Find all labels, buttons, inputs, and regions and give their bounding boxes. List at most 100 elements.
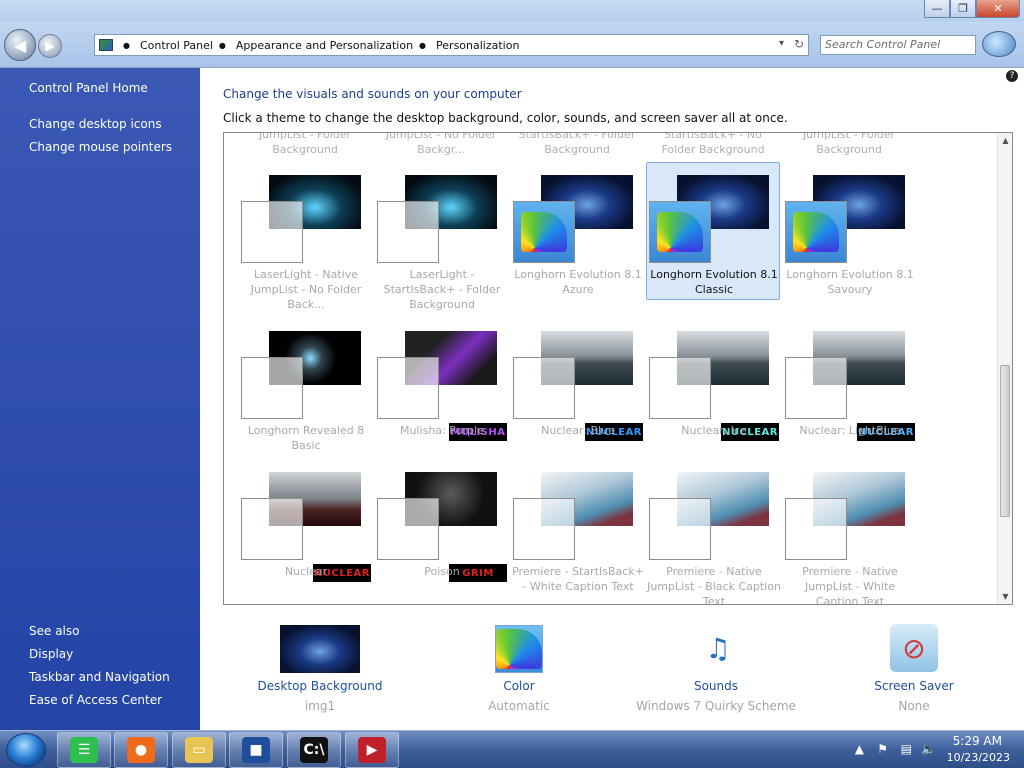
theme-label: Longhorn Evolution 8.1 Classic xyxy=(650,268,778,296)
theme-color-swatch xyxy=(785,357,847,419)
theme-label: Nuclear: LightBlue xyxy=(799,424,901,437)
breadcrumb-personalization[interactable]: Personalization xyxy=(436,39,519,52)
theme-label-partial[interactable]: StartIsBack+ - No Folder Background xyxy=(646,133,780,157)
title-bar: — ❐ ✕ xyxy=(0,0,1024,22)
theme-label: Nuclear xyxy=(284,565,328,578)
scrollbar[interactable]: ▲ ▼ xyxy=(997,133,1012,604)
start-button[interactable] xyxy=(6,733,46,767)
theme-color-swatch xyxy=(377,201,439,263)
color-palette-icon xyxy=(793,212,839,252)
theme-color-swatch xyxy=(241,357,303,419)
theme-label: Mulisha: Purple xyxy=(400,424,484,437)
theme-tile[interactable]: Premiere - Native JumpList - White Capti… xyxy=(782,459,916,604)
see-also-heading: See also xyxy=(29,624,80,638)
clock-date[interactable]: 10/23/2023 xyxy=(947,751,1010,764)
network-icon[interactable]: ▤ xyxy=(901,742,912,756)
color-link[interactable]: Color xyxy=(419,679,619,693)
theme-color-swatch xyxy=(649,201,711,263)
main-content: ? Change the visuals and sounds on your … xyxy=(200,68,1024,730)
theme-label: Nuclear: Blue xyxy=(541,424,615,437)
sidebar-control-panel-home[interactable]: Control Panel Home xyxy=(29,81,148,95)
desktop-background-value: img1 xyxy=(304,699,336,713)
sidebar-taskbar-navigation[interactable]: Taskbar and Navigation xyxy=(29,670,170,684)
theme-tile[interactable]: NUCLEAR Nuclear: Ice xyxy=(646,318,780,456)
theme-tile[interactable]: NUCLEAR Nuclear: Blue xyxy=(510,318,644,456)
taskbar-messenger-button[interactable]: ☰ xyxy=(57,732,111,768)
sidebar-ease-of-access[interactable]: Ease of Access Center xyxy=(29,693,162,707)
theme-tile[interactable]: LaserLight - Native JumpList - No Folder… xyxy=(238,162,372,311)
theme-tile[interactable]: Premiere - Native JumpList - Black Capti… xyxy=(646,459,781,604)
taskbar-media-app-button[interactable]: ▶ xyxy=(345,732,399,768)
sounds-value: Windows 7 Quirky Scheme xyxy=(636,699,796,713)
theme-list[interactable]: JumpList - Folder Background JumpList - N… xyxy=(223,132,1013,605)
globe-icon[interactable] xyxy=(982,31,1016,57)
theme-color-swatch xyxy=(513,498,575,560)
theme-color-swatch xyxy=(377,357,439,419)
sounds-icon[interactable]: ♫ xyxy=(694,624,742,672)
theme-tile[interactable]: Longhorn Evolution 8.1 Azure xyxy=(510,162,644,300)
desktop-background-link[interactable]: Desktop Background xyxy=(220,679,420,693)
screen-saver-value: None xyxy=(898,699,930,713)
clock-time[interactable]: 5:29 AM xyxy=(953,734,1002,748)
address-bar[interactable]: ● Control Panel ● Appearance and Persona… xyxy=(94,34,809,56)
theme-color-swatch xyxy=(785,498,847,560)
sidebar-change-mouse-pointers[interactable]: Change mouse pointers xyxy=(29,140,172,154)
refresh-icon[interactable]: ↻ xyxy=(794,37,804,51)
back-button[interactable]: ◀ xyxy=(4,29,36,61)
theme-label: Longhorn Evolution 8.1 Azure xyxy=(514,268,642,296)
scroll-thumb[interactable] xyxy=(1000,365,1010,517)
help-icon[interactable]: ? xyxy=(1006,70,1018,82)
breadcrumb-control-panel[interactable]: Control Panel xyxy=(140,39,213,52)
scroll-up-icon[interactable]: ▲ xyxy=(998,133,1012,148)
taskbar-command-prompt-button[interactable]: C:\ xyxy=(287,732,341,768)
desktop-background-thumbnail[interactable] xyxy=(280,625,360,673)
maximize-button[interactable]: ❐ xyxy=(950,0,976,18)
theme-label-partial[interactable]: JumpList - Folder Background xyxy=(782,133,916,157)
color-value: Automatic xyxy=(488,699,550,713)
minimize-button[interactable]: — xyxy=(924,0,950,18)
breadcrumb-separator-icon[interactable]: ● xyxy=(123,41,130,50)
theme-label-partial[interactable]: StartIsBack+ - Folder Background xyxy=(510,133,644,157)
volume-icon[interactable]: 🔈 xyxy=(921,742,936,756)
color-thumbnail[interactable] xyxy=(495,625,543,673)
screen-saver-link[interactable]: Screen Saver xyxy=(814,679,1014,693)
search-input[interactable]: Search Control Panel xyxy=(820,35,976,55)
scroll-down-icon[interactable]: ▼ xyxy=(998,589,1012,604)
theme-tile[interactable]: Premiere - StartIsBack+ - White Caption … xyxy=(510,459,644,597)
theme-label: Premiere - Native JumpList - Black Capti… xyxy=(647,565,781,605)
tray-expand-icon[interactable]: ▲ xyxy=(855,742,864,756)
address-dropdown-icon[interactable]: ▾ xyxy=(779,38,784,49)
page-title: Change the visuals and sounds on your co… xyxy=(223,87,522,101)
theme-tile[interactable]: Longhorn Revealed 8 Basic xyxy=(238,318,372,456)
sidebar-change-desktop-icons[interactable]: Change desktop icons xyxy=(29,117,162,131)
theme-label: Nuclear: Ice xyxy=(681,424,747,437)
theme-tile[interactable]: GRIM Poison xyxy=(374,459,508,597)
breadcrumb-appearance[interactable]: Appearance and Personalization xyxy=(236,39,413,52)
theme-tile[interactable]: NUCLEAR Nuclear: LightBlue xyxy=(782,318,916,456)
breadcrumb-separator-icon[interactable]: ● xyxy=(219,41,226,50)
forward-button[interactable]: ▶ xyxy=(38,34,62,58)
control-panel-icon xyxy=(99,39,113,51)
taskbar-virtualbox-button[interactable]: ■ xyxy=(229,732,283,768)
breadcrumb-separator-icon[interactable]: ● xyxy=(419,41,426,50)
theme-color-swatch xyxy=(241,201,303,263)
theme-tile[interactable]: NUCLEAR Nuclear xyxy=(238,459,372,597)
theme-label-partial[interactable]: JumpList - No Folder Backgr... xyxy=(374,133,508,157)
color-palette-icon xyxy=(496,629,542,669)
theme-label-partial[interactable]: JumpList - Folder Background xyxy=(238,133,372,157)
theme-tile[interactable]: MULISHA Mulisha: Purple xyxy=(374,318,508,456)
file-explorer-icon: ▭ xyxy=(185,737,213,763)
sidebar-display[interactable]: Display xyxy=(29,647,73,661)
taskbar-firefox-button[interactable]: ● xyxy=(114,732,168,768)
theme-tile[interactable]: LaserLight - StartIsBack+ - Folder Backg… xyxy=(374,162,508,311)
theme-tile[interactable]: Longhorn Evolution 8.1 Classic xyxy=(646,162,780,300)
screen-saver-icon[interactable]: ⊘ xyxy=(890,624,938,672)
theme-color-swatch xyxy=(513,357,575,419)
close-button[interactable]: ✕ xyxy=(976,0,1020,18)
taskbar-file-explorer-button[interactable]: ▭ xyxy=(172,732,226,768)
sounds-link[interactable]: Sounds xyxy=(616,679,816,693)
color-palette-icon xyxy=(657,212,703,252)
virtualbox-icon: ■ xyxy=(242,737,270,763)
action-center-icon[interactable]: ⚑ xyxy=(877,742,888,756)
theme-tile[interactable]: Longhorn Evolution 8.1 Savoury xyxy=(782,162,916,300)
